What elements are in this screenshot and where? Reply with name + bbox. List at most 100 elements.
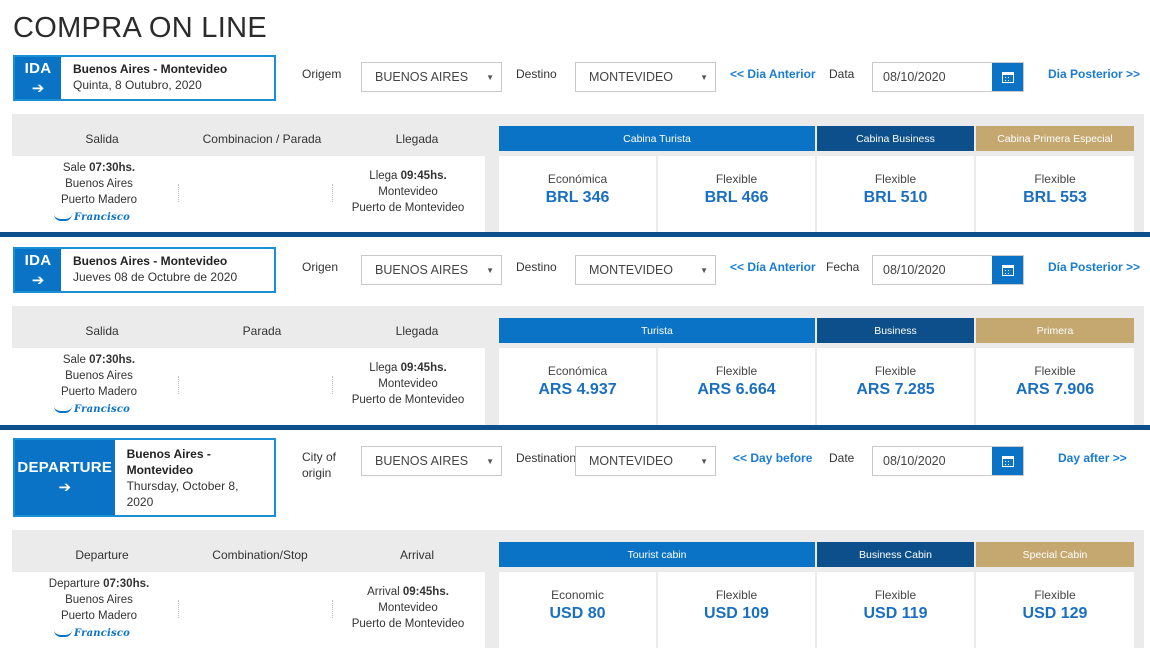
trip-badge: DEPARTURE ➔ xyxy=(15,440,115,515)
fare-price: ARS 6.664 xyxy=(697,381,776,398)
date-value: 08/10/2020 xyxy=(883,263,946,277)
next-day-link[interactable]: Dia Posterior >> xyxy=(1048,66,1140,82)
fare-name: Flexible xyxy=(1034,364,1076,378)
next-day-link[interactable]: Day after >> xyxy=(1058,450,1127,466)
fare-option[interactable]: Flexible ARS 6.664 xyxy=(658,348,815,425)
fare-option[interactable]: Flexible USD 109 xyxy=(658,572,815,648)
departure-time: 07:30 xyxy=(89,162,119,174)
calendar-button[interactable] xyxy=(992,447,1023,475)
origin-label: Origen xyxy=(302,260,339,274)
stop-divider xyxy=(332,376,333,394)
arrival-city: Montevideo xyxy=(378,602,438,614)
departure-suffix: hs. xyxy=(118,162,136,174)
departure-prefix: Departure xyxy=(48,578,100,590)
arrival-time: 09:45 xyxy=(400,170,431,182)
departure-city: Buenos Aires xyxy=(65,594,133,606)
trip-badge-label: IDA xyxy=(24,251,52,269)
col-stop: Combination/Stop xyxy=(212,548,308,562)
departure-time: 07:30 xyxy=(89,354,119,366)
fare-name: Flexible xyxy=(1034,588,1076,602)
calendar-button[interactable] xyxy=(992,63,1023,91)
chevron-down-icon: ▼ xyxy=(486,266,494,275)
booking-section-pt: IDA ➔ Buenos Aires - Montevideo Quinta, … xyxy=(0,0,1150,232)
wave-icon xyxy=(54,214,72,221)
trip-route: Buenos Aires - Montevideo xyxy=(126,447,211,477)
destination-value: MONTEVIDEO xyxy=(589,70,674,84)
origin-value: BUENOS AIRES xyxy=(375,454,469,468)
trip-card: IDA ➔ Buenos Aires - Montevideo Jueves 0… xyxy=(13,247,276,293)
departure-info: Departure 07:30hs. Buenos Aires Puerto M… xyxy=(34,576,164,624)
wave-icon xyxy=(54,630,72,637)
departure-port: Puerto Madero xyxy=(60,610,138,622)
chevron-down-icon: ▼ xyxy=(700,266,708,275)
fare-name: Flexible xyxy=(1034,172,1076,186)
stop-divider xyxy=(178,376,179,394)
date-field[interactable]: 08/10/2020 xyxy=(872,446,1024,476)
fare-option[interactable]: Flexible BRL 510 xyxy=(817,156,974,232)
flight-row: Sale 07:30hs. Buenos Aires Puerto Madero… xyxy=(12,156,485,232)
col-departure: Salida xyxy=(85,132,119,146)
trip-badge-label: IDA xyxy=(24,59,52,77)
departure-suffix: hs. xyxy=(132,578,150,590)
fare-option[interactable]: Flexible BRL 553 xyxy=(976,156,1134,232)
calendar-icon xyxy=(1001,264,1014,276)
fare-price: BRL 466 xyxy=(704,189,769,206)
calendar-button[interactable] xyxy=(992,256,1023,284)
chevron-down-icon: ▼ xyxy=(486,73,494,82)
fare-price: USD 119 xyxy=(863,605,928,622)
trip-info: Buenos Aires - Montevideo Thursday, Octo… xyxy=(115,440,274,515)
cabin-primera-header: Cabina Primera Especial xyxy=(976,126,1134,151)
col-stop: Combinacion / Parada xyxy=(202,132,322,146)
date-field[interactable]: 08/10/2020 xyxy=(872,62,1024,92)
chevron-down-icon: ▼ xyxy=(700,457,708,466)
date-value: 08/10/2020 xyxy=(883,454,946,468)
destination-select[interactable]: MONTEVIDEO ▼ xyxy=(575,446,716,476)
origin-value: BUENOS AIRES xyxy=(375,70,469,84)
chevron-down-icon: ▼ xyxy=(486,457,494,466)
fare-option[interactable]: Flexible USD 129 xyxy=(976,572,1134,648)
trip-date: Quinta, 8 Outubro, 2020 xyxy=(73,78,202,92)
fare-option[interactable]: Flexible USD 119 xyxy=(817,572,974,648)
fare-price: BRL 346 xyxy=(545,189,610,206)
arrow-right-icon: ➔ xyxy=(31,271,45,289)
fare-option[interactable]: Económica BRL 346 xyxy=(499,156,656,232)
fare-price: ARS 7.285 xyxy=(856,381,935,398)
stop-divider xyxy=(178,600,179,618)
stop-divider xyxy=(178,184,179,202)
fare-option[interactable]: Económica ARS 4.937 xyxy=(499,348,656,425)
origin-select[interactable]: BUENOS AIRES ▼ xyxy=(361,255,502,285)
results-panel: Salida Parada Llegada Turista Business P… xyxy=(12,306,1144,425)
date-label: Date xyxy=(829,451,855,465)
arrival-port: Puerto de Montevideo xyxy=(351,202,465,214)
fare-option[interactable]: Flexible ARS 7.285 xyxy=(817,348,974,425)
date-label: Data xyxy=(829,67,855,81)
date-field[interactable]: 08/10/2020 xyxy=(872,255,1024,285)
destination-select[interactable]: MONTEVIDEO ▼ xyxy=(575,255,716,285)
departure-info: Sale 07:30hs. Buenos Aires Puerto Madero xyxy=(39,160,159,208)
departure-port: Puerto Madero xyxy=(60,194,138,206)
prev-day-link[interactable]: << Day before xyxy=(733,450,812,466)
fare-option[interactable]: Flexible BRL 466 xyxy=(658,156,815,232)
origin-select[interactable]: BUENOS AIRES ▼ xyxy=(361,446,502,476)
cabin-tourist-header: Tourist cabin xyxy=(499,542,815,567)
fare-name: Económica xyxy=(547,364,608,378)
trip-date: Thursday, October 8, 2020 xyxy=(126,479,239,509)
prev-day-link[interactable]: << Dia Anterior xyxy=(730,66,816,82)
arrival-suffix: hs. xyxy=(430,362,447,374)
fare-option[interactable]: Economic USD 80 xyxy=(499,572,656,648)
prev-day-link[interactable]: << Día Anterior xyxy=(730,259,816,275)
departure-suffix: hs. xyxy=(118,354,136,366)
fare-name: Flexible xyxy=(715,172,758,186)
destination-value: MONTEVIDEO xyxy=(589,263,674,277)
trip-badge: IDA ➔ xyxy=(15,249,61,291)
arrival-port: Puerto de Montevideo xyxy=(351,394,465,406)
fare-option[interactable]: Flexible ARS 7.906 xyxy=(976,348,1134,425)
trip-badge-label: DEPARTURE xyxy=(17,459,113,476)
fare-name: Flexible xyxy=(715,588,758,602)
ship-logo: Francisco xyxy=(54,212,130,223)
destination-select[interactable]: MONTEVIDEO ▼ xyxy=(575,62,716,92)
fare-name: Economic xyxy=(551,588,604,602)
cabin-primera-header: Primera xyxy=(976,318,1134,343)
origin-select[interactable]: BUENOS AIRES ▼ xyxy=(361,62,502,92)
next-day-link[interactable]: Día Posterior >> xyxy=(1048,259,1140,275)
